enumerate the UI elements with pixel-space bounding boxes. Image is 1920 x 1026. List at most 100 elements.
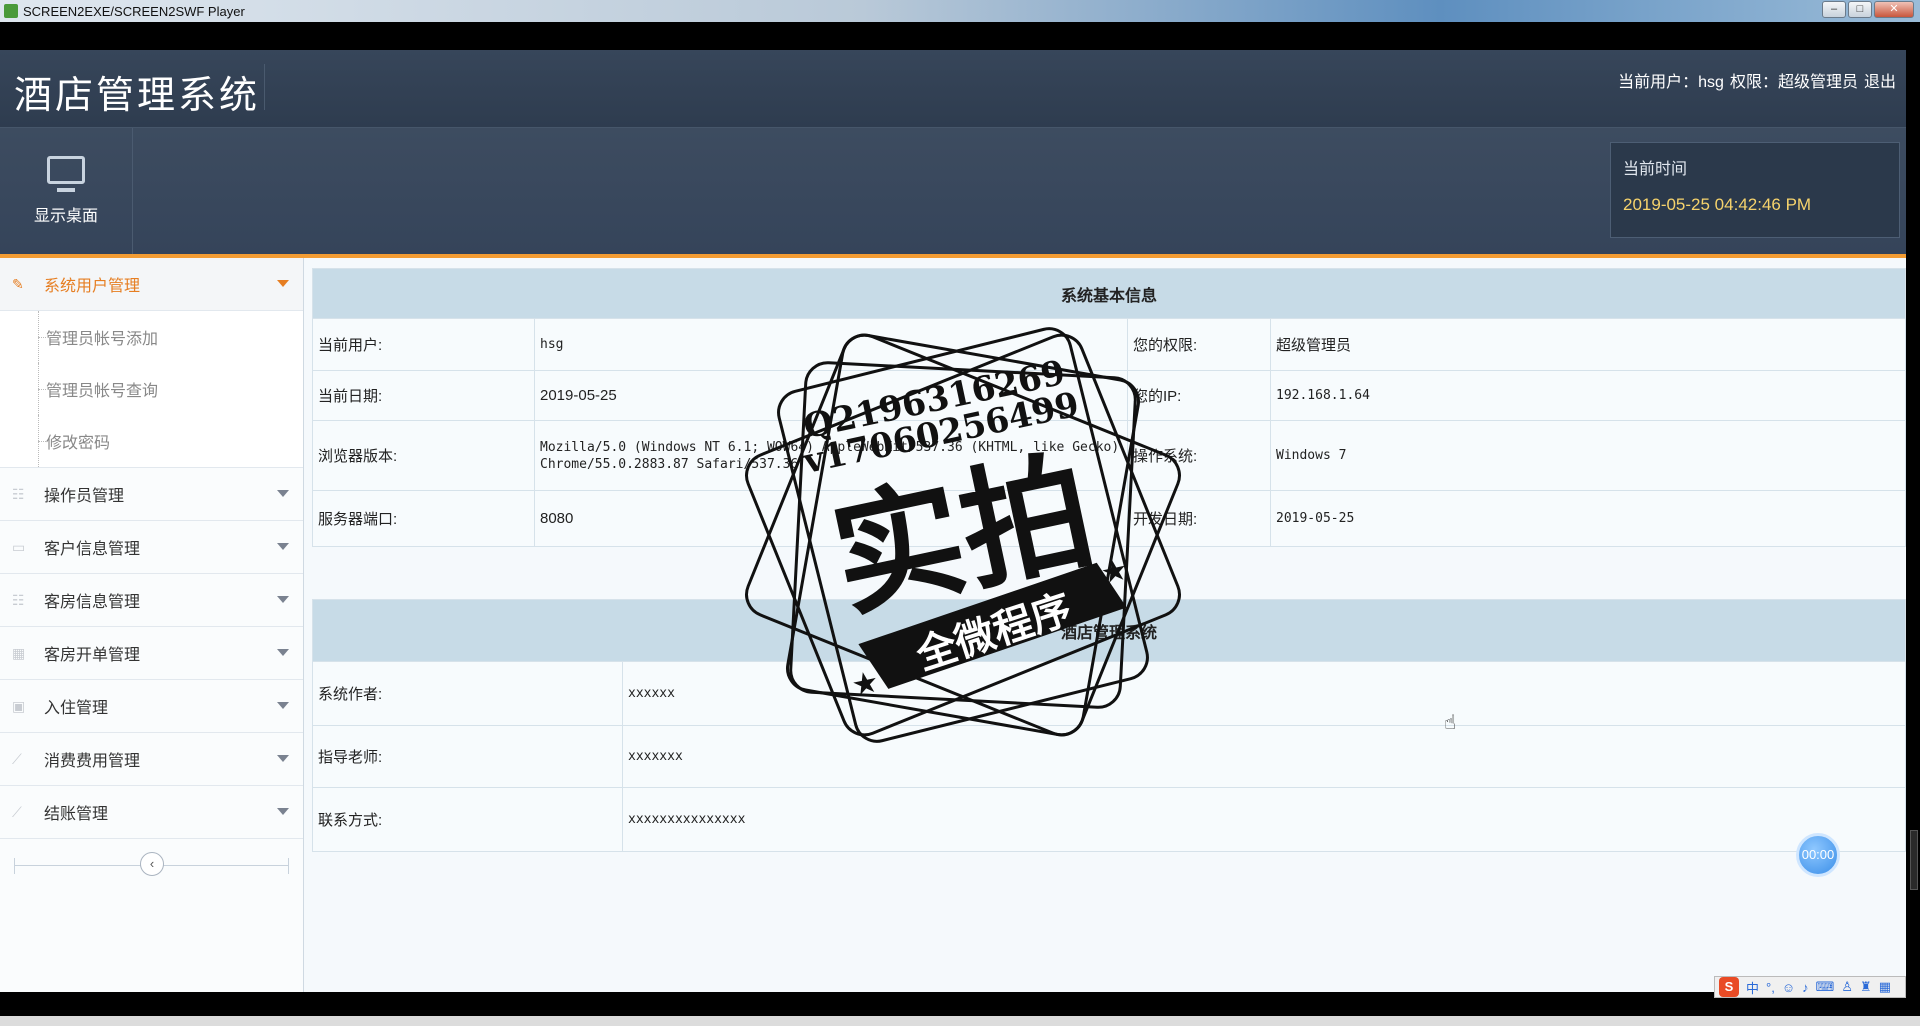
minimize-button[interactable]: – xyxy=(1822,1,1846,18)
calendar-icon: ▣ xyxy=(12,698,26,714)
chevron-down-icon xyxy=(277,543,289,550)
monitor-stand xyxy=(57,188,75,192)
sidebar-collapse-row: ‹ xyxy=(0,839,303,893)
chevron-down-icon xyxy=(277,649,289,656)
app-window: 酒店管理系统 当前用户：hsg 权限：超级管理员 退出 显示桌面 当前时间 20… xyxy=(0,50,1906,992)
keyboard-icon[interactable]: ⌨ xyxy=(1816,979,1835,995)
current-user-label: 当前用户： xyxy=(1618,74,1699,91)
system-title: 酒店管理系统 xyxy=(14,73,261,117)
submenu-item-add-admin[interactable]: 管理员帐号添加 xyxy=(0,311,303,363)
ip-label: 您的IP: xyxy=(1127,370,1271,421)
ip-value: 192.168.1.64 xyxy=(1270,370,1906,421)
author-label: 系统作者: xyxy=(312,661,623,726)
sidebar-item-system-users[interactable]: ✎ 系统用户管理 xyxy=(0,258,303,311)
teacher-value: xxxxxxx xyxy=(622,725,1906,788)
sidebar-item-label: 结账管理 xyxy=(44,806,109,823)
sidebar-item-customers[interactable]: ▭ 客户信息管理 xyxy=(0,521,303,574)
sidebar-item-consumption[interactable]: ⟋ 消费费用管理 xyxy=(0,733,303,786)
about-title: 酒店管理系统 xyxy=(312,599,1906,662)
sidebar-item-rooms[interactable]: ☷ 客房信息管理 xyxy=(0,574,303,627)
chevron-down-icon xyxy=(277,808,289,815)
current-user-value: hsg xyxy=(534,318,1128,371)
chevron-down-icon xyxy=(277,596,289,603)
sidebar-item-label: 系统用户管理 xyxy=(44,278,141,295)
header-divider xyxy=(264,64,265,110)
brush-icon: ⟋ xyxy=(12,751,22,767)
permission-label: 您的权限: xyxy=(1127,318,1271,371)
monitor-icon xyxy=(47,156,85,184)
close-button[interactable]: ✕ xyxy=(1874,1,1914,18)
clock-time: 2019-05-25 04:42:46 PM xyxy=(1623,195,1812,214)
user-info: 当前用户：hsg 权限：超级管理员 退出 xyxy=(1618,68,1896,92)
sidebar-item-operators[interactable]: ☷ 操作员管理 xyxy=(0,468,303,521)
emoji-icon[interactable]: ☺ xyxy=(1782,980,1795,995)
sidebar-item-label: 客户信息管理 xyxy=(44,541,141,558)
permission-value: 超级管理员 xyxy=(1270,318,1906,371)
user-icon[interactable]: ♙ xyxy=(1841,979,1853,995)
browser-value: Mozilla/5.0 (Windows NT 6.1; WOW64) Appl… xyxy=(534,420,1128,491)
sidebar-item-room-orders[interactable]: ▦ 客房开单管理 xyxy=(0,627,303,680)
taskbar-edge xyxy=(0,1016,1920,1026)
grid-icon: ▦ xyxy=(12,645,26,661)
date-value: 2019-05-25 xyxy=(534,370,1128,421)
dev-date-value: 2019-05-25 xyxy=(1270,490,1906,547)
show-desktop-button[interactable]: 显示桌面 xyxy=(0,128,133,254)
contact-value: xxxxxxxxxxxxxxx xyxy=(622,787,1906,852)
microphone-icon[interactable]: ♪ xyxy=(1802,980,1809,995)
submenu-item-change-password[interactable]: 修改密码 xyxy=(0,415,303,467)
player-titlebar: SCREEN2EXE/SCREEN2SWF Player – □ ✕ xyxy=(0,0,1920,22)
sogou-icon[interactable]: S xyxy=(1719,977,1739,997)
teacher-label: 指导老师: xyxy=(312,725,623,788)
sidebar: ✎ 系统用户管理 管理员帐号添加 管理员帐号查询 修改密码 ☷ 操作员管理 ▭ … xyxy=(0,258,304,992)
window-controls: – □ ✕ xyxy=(1822,1,1914,18)
clock-panel: 当前时间 2019-05-25 04:42:46 PM xyxy=(1610,142,1900,238)
contact-label: 联系方式: xyxy=(312,787,623,852)
sidebar-item-checkout[interactable]: ⟋ 结账管理 xyxy=(0,786,303,839)
logout-link[interactable]: 退出 xyxy=(1864,68,1896,92)
submenu-item-query-admin[interactable]: 管理员帐号查询 xyxy=(0,363,303,415)
current-user-label: 当前用户: xyxy=(312,318,535,371)
role-value: 超级管理员 xyxy=(1777,74,1858,91)
recording-timer[interactable]: 00:00 xyxy=(1796,833,1840,877)
skin-icon[interactable]: ♜ xyxy=(1860,979,1872,995)
chevron-down-icon xyxy=(277,490,289,497)
letterbox-top xyxy=(0,22,1920,50)
sidebar-item-checkin[interactable]: ▣ 入住管理 xyxy=(0,680,303,733)
browser-label: 浏览器版本: xyxy=(312,420,535,491)
sidebar-item-label: 入住管理 xyxy=(44,700,109,717)
show-desktop-label: 显示桌面 xyxy=(33,208,98,225)
pencil-icon: ✎ xyxy=(12,276,24,292)
current-user-name: hsg xyxy=(1698,74,1724,91)
sidebar-item-label: 消费费用管理 xyxy=(44,753,141,770)
ime-toolbar[interactable]: S 中 °, ☺ ♪ ⌨ ♙ ♜ ▦ xyxy=(1714,976,1906,998)
app-header: 酒店管理系统 当前用户：hsg 权限：超级管理员 退出 xyxy=(0,50,1906,128)
about-table: 酒店管理系统 系统作者: xxxxxx 指导老师: xxxxxxx 联系方式: … xyxy=(312,599,1906,852)
system-info-title: 系统基本信息 xyxy=(312,268,1906,319)
main-content: 系统基本信息 当前用户: hsg 您的权限: 超级管理员 当前日期: 2019-… xyxy=(312,268,1906,992)
submenu-system-users: 管理员帐号添加 管理员帐号查询 修改密码 xyxy=(0,311,303,468)
list-icon: ☷ xyxy=(12,486,25,502)
punctuation-icon[interactable]: °, xyxy=(1766,980,1775,995)
collapse-sidebar-button[interactable]: ‹ xyxy=(140,852,164,876)
player-title: SCREEN2EXE/SCREEN2SWF Player xyxy=(23,3,245,19)
maximize-button[interactable]: □ xyxy=(1848,1,1872,18)
chevron-down-icon xyxy=(277,702,289,709)
ime-language[interactable]: 中 xyxy=(1746,978,1759,997)
player-app-icon xyxy=(4,4,18,18)
monitor-icon: ▭ xyxy=(12,539,26,555)
clock-label: 当前时间 xyxy=(1623,161,1688,178)
date-label: 当前日期: xyxy=(312,370,535,421)
author-value: xxxxxx xyxy=(622,661,1906,726)
sidebar-item-label: 客房开单管理 xyxy=(44,647,141,664)
list-icon: ☷ xyxy=(12,592,25,608)
sidebar-item-label: 操作员管理 xyxy=(44,488,125,505)
dev-date-label: 开发日期: xyxy=(1127,490,1271,547)
sidebar-item-label: 客房信息管理 xyxy=(44,594,141,611)
toolbox-icon[interactable]: ▦ xyxy=(1879,979,1891,995)
port-value: 8080 xyxy=(534,490,1128,547)
side-scroll-handle[interactable] xyxy=(1910,830,1918,890)
role-label: 权限： xyxy=(1729,74,1778,91)
top-toolbar: 显示桌面 当前时间 2019-05-25 04:42:46 PM xyxy=(0,128,1906,254)
chevron-down-icon xyxy=(277,280,289,287)
